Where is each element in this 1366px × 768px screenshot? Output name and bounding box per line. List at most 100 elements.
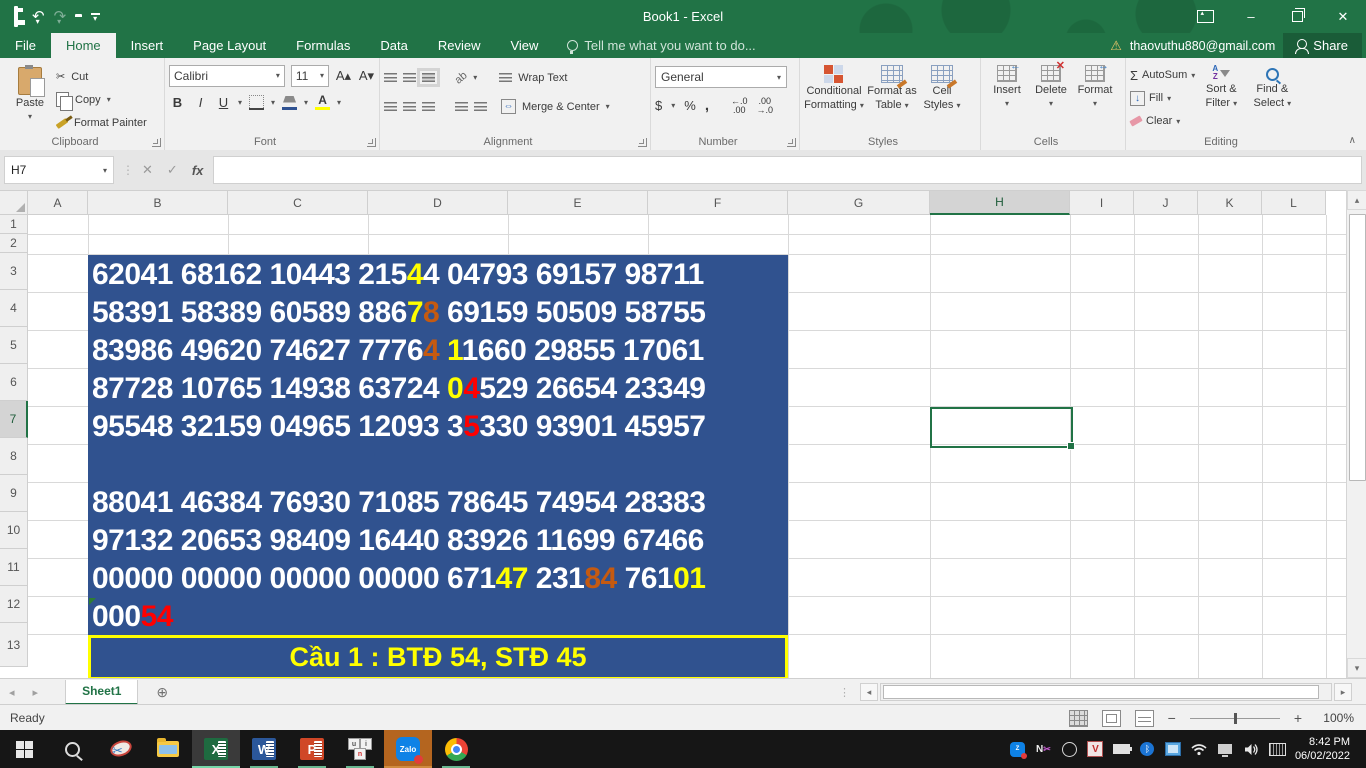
paste-button[interactable]: Paste ▾ [4, 62, 56, 134]
tell-me-box[interactable]: Tell me what you want to do... [553, 33, 756, 58]
zoom-out-button[interactable]: − [1168, 710, 1176, 726]
formula-input[interactable] [213, 156, 1362, 184]
taskbar-excel[interactable]: X [192, 730, 240, 768]
align-middle-icon[interactable] [403, 73, 416, 82]
decrease-indent-icon[interactable] [455, 102, 468, 111]
column-header-F[interactable]: F [648, 190, 788, 215]
format-cells-button[interactable]: ↔ Format ▾ [1073, 60, 1117, 134]
autosum-button[interactable]: Σ AutoSum ▾ [1130, 65, 1195, 85]
clipboard-dialog-launcher[interactable] [152, 138, 161, 147]
horizontal-scrollbar[interactable] [880, 683, 1332, 701]
increase-decimal-button[interactable]: ←.0.00 [731, 96, 748, 115]
taskbar-clock[interactable]: 8:42 PM 06/02/2022 [1295, 735, 1358, 763]
undo-button[interactable]: ↶▾ [32, 7, 45, 26]
tray-zalo-icon[interactable]: Z [1009, 741, 1027, 759]
find-select-button[interactable]: Find & Select ▾ [1247, 62, 1297, 134]
column-header-H[interactable]: H [930, 190, 1070, 215]
insert-cells-button[interactable]: ← Insert ▾ [985, 60, 1029, 134]
merge-center-button[interactable]: ⇔ Merge & Center ▾ [501, 95, 610, 118]
delete-cells-button[interactable]: ✕ Delete ▾ [1029, 60, 1073, 134]
tray-unikey-icon[interactable]: N ✂ [1035, 741, 1052, 758]
borders-button[interactable] [248, 93, 265, 112]
font-name-select[interactable]: Calibri ▾ [169, 64, 285, 87]
column-header-B[interactable]: B [88, 190, 228, 215]
new-sheet-button[interactable]: ⊕ [156, 684, 168, 701]
column-header-C[interactable]: C [228, 190, 368, 215]
collapse-ribbon-button[interactable]: ∧ [1349, 135, 1356, 146]
close-button[interactable]: ✕ [1320, 0, 1366, 33]
tab-file[interactable]: File [0, 33, 51, 58]
restore-button[interactable] [1274, 0, 1320, 33]
sheet-tab-sheet1[interactable]: Sheet1 [65, 679, 139, 705]
tray-volume-icon[interactable] [1243, 741, 1260, 758]
tab-data[interactable]: Data [365, 33, 422, 58]
cell-styles-button[interactable]: Cell Styles ▾ [920, 62, 964, 134]
bold-button[interactable]: B [169, 93, 186, 112]
number-format-select[interactable]: General ▾ [655, 66, 787, 88]
sheet-row-6-numbers[interactable]: 87728 10765 14938 63724 04529 26654 2334… [92, 369, 706, 407]
fill-color-button[interactable] [281, 93, 298, 112]
name-box[interactable]: H7 ▾ [4, 156, 114, 184]
sheet-row-10-numbers[interactable]: 97132 20653 98409 16440 83926 11699 6746… [92, 521, 704, 559]
row-header-9[interactable]: 9 [0, 475, 28, 512]
tab-view[interactable]: View [495, 33, 553, 58]
column-header-L[interactable]: L [1262, 190, 1326, 215]
taskbar-chrome[interactable] [432, 730, 480, 768]
zoom-slider[interactable] [1189, 712, 1280, 724]
column-header-K[interactable]: K [1198, 190, 1262, 215]
sheet-row-7-numbers[interactable]: 95548 32159 04965 12093 35330 93901 4595… [92, 407, 706, 445]
sheet-row-12-numbers[interactable]: 00054 [92, 597, 173, 635]
font-color-button[interactable]: A [314, 93, 331, 112]
italic-button[interactable]: I [192, 93, 209, 112]
taskbar-zalo[interactable]: Zalo [384, 730, 432, 768]
copy-button[interactable]: Copy ▾ [56, 89, 147, 112]
scroll-up-button[interactable]: ▴ [1347, 190, 1366, 210]
row-header-6[interactable]: 6 [0, 364, 28, 401]
cut-button[interactable]: ✂ Cut [56, 66, 147, 87]
horizontal-scroll-thumb[interactable] [883, 685, 1319, 699]
column-header-A[interactable]: A [28, 190, 88, 215]
align-left-icon[interactable] [384, 102, 397, 111]
next-sheet-button[interactable]: ▸ [24, 686, 48, 699]
highlighted-cell-block[interactable]: 62041 68162 10443 21544 04793 69157 9871… [88, 255, 788, 635]
tab-home[interactable]: Home [50, 33, 116, 58]
fill-button[interactable]: ↓ Fill ▾ [1130, 88, 1195, 108]
taskbar-file-explorer[interactable] [144, 730, 192, 768]
tab-review[interactable]: Review [423, 33, 496, 58]
share-button[interactable]: Share [1283, 33, 1362, 58]
enter-button[interactable]: ✓ [167, 162, 178, 178]
column-header-J[interactable]: J [1134, 190, 1198, 215]
taskbar-search-button[interactable] [48, 730, 96, 768]
save-button[interactable] [14, 5, 18, 27]
tray-v-app-icon[interactable]: V [1087, 741, 1104, 758]
tab-page-layout[interactable]: Page Layout [178, 33, 281, 58]
taskbar-word[interactable]: W [240, 730, 288, 768]
minimize-button[interactable]: – [1228, 0, 1274, 33]
account-email[interactable]: thaovuthu880@gmail.com [1130, 39, 1275, 53]
row-header-5[interactable]: 5 [0, 327, 28, 364]
scroll-left-button[interactable]: ◂ [860, 683, 878, 701]
increase-indent-icon[interactable] [474, 102, 487, 111]
page-layout-view-button[interactable] [1101, 709, 1121, 727]
sheet-row-11-numbers[interactable]: 00000 00000 00000 00000 67147 23184 7610… [92, 559, 706, 597]
font-dialog-launcher[interactable] [367, 138, 376, 147]
scroll-down-button[interactable]: ▾ [1347, 658, 1366, 678]
result-banner-cell[interactable]: Cầu 1 : BTĐ 54, STĐ 45 [88, 635, 788, 678]
start-button[interactable] [0, 730, 48, 768]
taskbar-unikey[interactable]: uin [336, 730, 384, 768]
zoom-slider-thumb[interactable] [1233, 712, 1237, 724]
vertical-scrollbar[interactable]: ▴ ▾ [1346, 190, 1366, 678]
tray-capture-icon[interactable] [1061, 741, 1078, 758]
decrease-decimal-button[interactable]: .00 →.0 [757, 96, 774, 115]
zoom-in-button[interactable]: + [1294, 710, 1302, 726]
tray-wifi-icon[interactable] [1191, 741, 1208, 758]
sheet-row-3-numbers[interactable]: 62041 68162 10443 21544 04793 69157 9871… [92, 255, 704, 293]
tray-battery-icon[interactable] [1112, 741, 1132, 758]
column-header-I[interactable]: I [1070, 190, 1134, 215]
tab-insert[interactable]: Insert [116, 33, 179, 58]
hscroll-grip[interactable]: ⋮ [839, 686, 850, 699]
tray-remote-desktop-icon[interactable] [1165, 741, 1182, 758]
underline-button[interactable]: U [215, 93, 232, 112]
row-header-11[interactable]: 11 [0, 549, 28, 586]
align-bottom-icon[interactable] [417, 68, 440, 87]
